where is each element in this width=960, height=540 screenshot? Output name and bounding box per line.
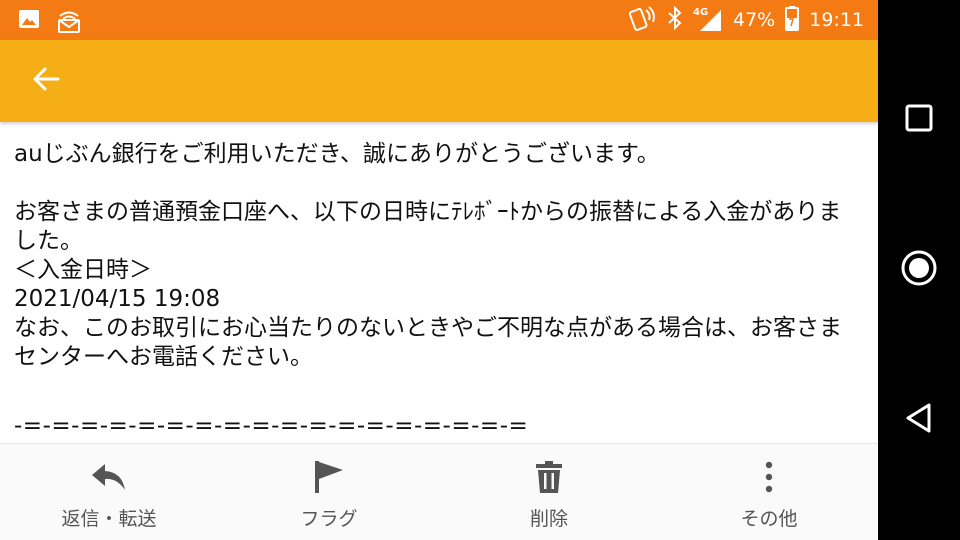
back-triangle-icon [904,402,934,438]
message-contact-notice: なお、このお取引にお心当たりのないときやご不明な点がある場合は、お客さまセンター… [14,315,842,370]
message-deposit-notice: お客さまの普通預金口座へ、以下の日時にﾃﾚﾎﾞｰﾄからの振替による入金がありまし… [14,199,842,254]
message-deposit-heading: ＜入金日時＞ [14,257,152,283]
message-body: auじぶん銀行をご利用いただき、誠にありがとうございます。 お客さまの普通預金口… [14,140,864,441]
message-greeting: auじぶん銀行をご利用いただき、誠にありがとうございます。 [14,141,660,167]
home-button[interactable] [889,240,949,300]
image-notification-icon [18,8,40,38]
reply-forward-button[interactable]: 返信・転送 [29,444,189,540]
system-status: 4G 47% 19:11 [628,0,864,40]
mail-notification-icon [56,8,82,38]
clock: 19:11 [809,9,864,31]
recents-square-icon [904,103,934,137]
notification-icons [18,8,82,38]
flag-button[interactable]: フラグ [249,444,409,540]
battery-icon [785,5,800,36]
nfc-icon [628,5,657,36]
back-button[interactable] [22,57,70,105]
reply-icon [91,462,127,496]
reply-forward-label: 返信・転送 [61,508,157,530]
back-nav-button[interactable] [889,390,949,450]
trash-icon [534,460,564,498]
more-button[interactable]: その他 [689,444,849,540]
more-vertical-icon [764,461,774,497]
flag-label: フラグ [300,508,358,530]
status-bar: 4G 47% 19:11 [0,0,878,40]
bluetooth-icon [667,5,683,35]
home-circle-icon [899,248,939,292]
battery-percent: 47% [733,9,776,31]
flag-icon [313,460,345,498]
delete-label: 削除 [529,508,568,530]
signal-icon: 4G [693,7,723,33]
recents-button[interactable] [889,90,949,150]
action-bar: 返信・転送 フラグ 削除 その他 [0,443,878,540]
message-divider: -=-=-=-=-=-=-=-=-=-=-=-=-=-=-=-=-=-= [14,413,529,439]
delete-button[interactable]: 削除 [469,444,629,540]
more-label: その他 [740,508,798,530]
back-arrow-icon [31,64,61,98]
app-bar [0,40,878,122]
email-screen: 4G 47% 19:11 auじぶん銀行をご利用いただき、誠にありがとうございま… [0,0,878,540]
navigation-bar [878,0,960,540]
message-deposit-datetime: 2021/04/15 19:08 [14,286,221,312]
